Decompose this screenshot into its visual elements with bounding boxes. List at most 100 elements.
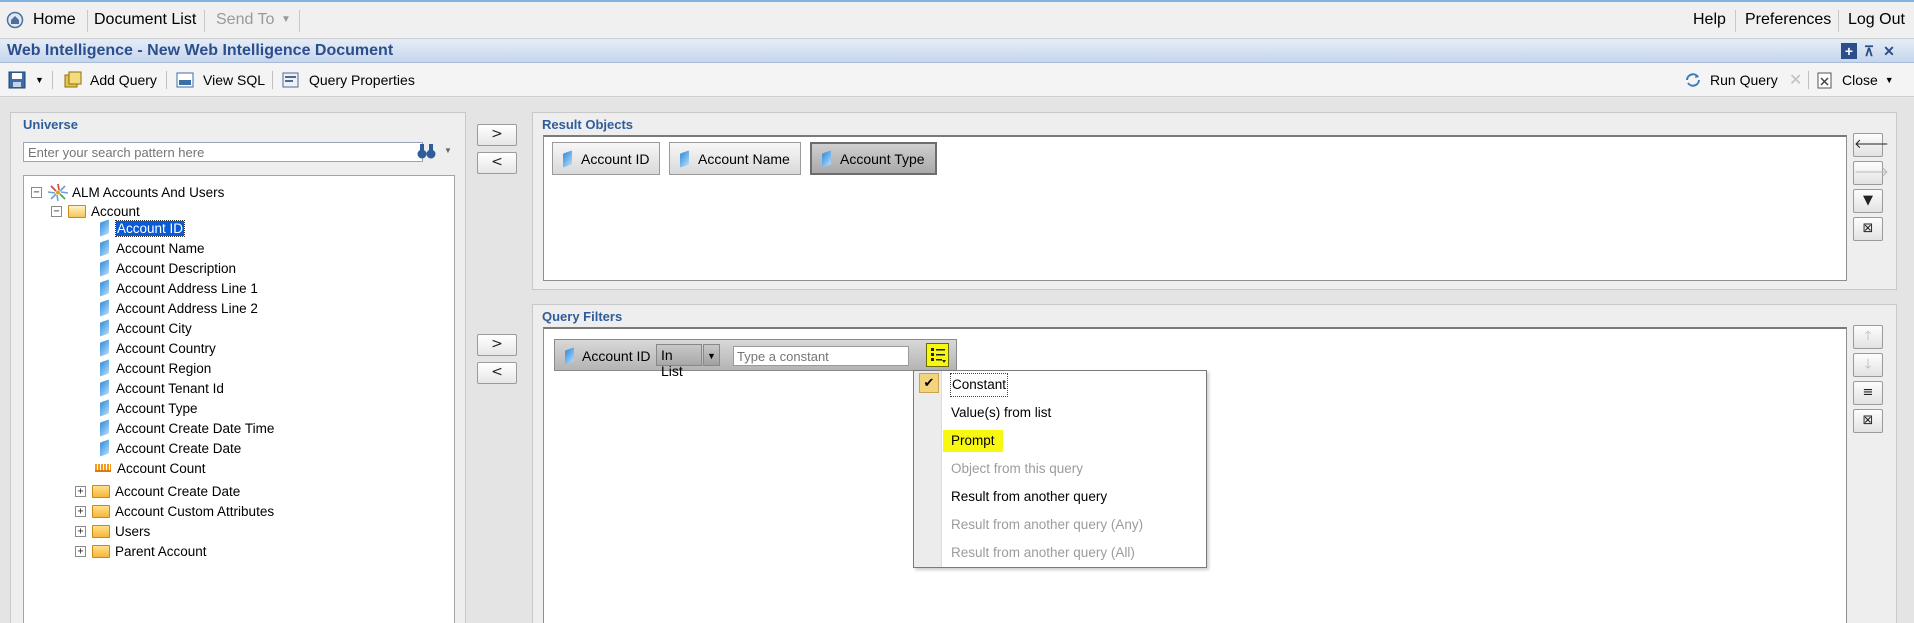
run-query-button[interactable]: Run Query [1683,69,1778,91]
remove-from-results-button[interactable]: < [477,152,517,174]
tree-object[interactable]: Account Tenant Id [100,379,224,397]
operand-type-menu: ✔ Constant Value(s) from list Prompt Obj… [913,370,1207,568]
result-object-chip[interactable]: Account Name [669,142,801,175]
operator-select[interactable]: In List [656,344,702,379]
tree-object[interactable]: Account Type [100,399,198,417]
tree-measure[interactable]: Account Count [95,459,206,477]
help-link[interactable]: Help [1693,11,1726,29]
chevron-down-icon[interactable]: ▼ [281,14,291,25]
tree-object[interactable]: Account Country [100,339,216,357]
nest-filter-button[interactable]: ≡ [1853,381,1883,405]
universe-title: Universe [23,117,78,132]
close-button[interactable]: Close ▼ [1815,69,1894,91]
tree-object[interactable]: Account Description [100,259,236,277]
arrow-left-button[interactable]: 🡐 [1853,133,1889,157]
logout-link[interactable]: Log Out [1848,11,1905,29]
sql-icon [176,72,194,88]
constant-value-input[interactable] [733,346,909,366]
chevron-down-icon[interactable]: ▼ [1885,75,1894,85]
filter-row[interactable]: Account ID In List ▼ [554,339,957,379]
menu-item-prompt[interactable]: Prompt [943,430,1003,452]
universe-search-input[interactable] [23,142,423,162]
close-label: Close [1842,72,1878,88]
tree-object[interactable]: Account Name [100,239,205,257]
expand-icon[interactable]: + [75,485,86,497]
chevron-down-icon[interactable]: ▼ [703,344,720,366]
result-object-chip-selected[interactable]: Account Type [810,142,937,175]
tree-subfolder[interactable]: + Account Create Date [75,482,240,500]
menu-item-constant[interactable]: Constant [949,373,1009,397]
toolbar-divider [166,71,167,89]
folder-icon [92,524,110,538]
menu-item-object-from-query[interactable]: Object from this query [951,458,1083,480]
close-icon[interactable]: ✕ [1881,43,1897,59]
tree-subfolder-label: Account Create Date [115,483,241,499]
tree-subfolder-label: Users [115,523,151,539]
toolbar-divider [52,71,53,89]
operand-type-button[interactable] [926,343,949,367]
tree-subfolder[interactable]: + Users [75,522,150,540]
close-document-icon [1817,72,1832,89]
collapse-icon[interactable]: − [51,205,62,217]
add-to-filters-button[interactable]: > [477,334,517,356]
tree-subfolder[interactable]: + Parent Account [75,542,207,560]
dimension-icon [100,379,109,397]
menu-item-result-from-another-query-any[interactable]: Result from another query (Any) [951,514,1143,536]
expand-icon[interactable]: + [75,545,86,557]
tree-object[interactable]: Account Region [100,359,211,377]
list-icon [931,348,946,363]
delete-icon[interactable]: ✕ [1789,70,1802,90]
tree-object[interactable]: Account Address Line 2 [100,299,258,317]
tree-object-label: Account Tenant Id [116,380,224,396]
remove-all-button[interactable]: ⊠ [1853,217,1883,241]
add-query-button[interactable]: Add Query [63,69,157,91]
add-to-results-button[interactable]: > [477,124,517,146]
save-button[interactable]: ▼ [8,69,44,91]
menu-item-result-from-another-query-all[interactable]: Result from another query (All) [951,542,1135,564]
arrow-right-button[interactable]: 🡒 [1853,161,1889,185]
expand-icon[interactable]: + [75,525,86,537]
collapse-icon[interactable]: − [31,186,42,198]
menu-item-values-from-list[interactable]: Value(s) from list [951,402,1051,424]
binoculars-icon[interactable] [416,142,438,160]
pin-icon[interactable]: ⊼ [1861,43,1877,59]
tree-object[interactable]: Account Create Date [100,439,241,457]
chevron-down-icon[interactable]: ▼ [444,146,452,155]
result-objects-title: Result Objects [542,117,634,132]
move-down-button[interactable]: 🡓 [1853,353,1883,377]
tree-object-account-id[interactable]: Account ID [100,219,186,237]
dimension-icon [100,299,109,317]
tree-object[interactable]: Account Create Date Time [100,419,274,437]
view-sql-button[interactable]: View SQL [176,69,265,91]
tree-object[interactable]: Account City [100,319,192,337]
preferences-link[interactable]: Preferences [1745,11,1831,29]
tree-folder-node[interactable]: − Account [51,202,140,220]
add-query-icon [64,71,82,88]
query-properties-button[interactable]: Query Properties [282,69,415,91]
window-title: Web Intelligence - New Web Intelligence … [7,42,394,59]
home-icon[interactable] [6,11,24,29]
query-filters-title: Query Filters [542,309,623,324]
chevron-down-icon[interactable]: ▼ [35,75,44,85]
nav-divider [204,10,205,32]
menu-item-result-from-another-query[interactable]: Result from another query [951,486,1107,508]
universe-icon [48,183,68,201]
tree-subfolder[interactable]: + Account Custom Attributes [75,502,274,520]
document-list-link[interactable]: Document List [94,11,196,29]
result-object-chip[interactable]: Account ID [552,142,661,175]
remove-all-filters-button[interactable]: ⊠ [1853,409,1883,433]
move-up-button[interactable]: 🡑 [1853,325,1883,349]
tree-object-label: Account ID [114,219,186,237]
home-link[interactable]: Home [33,11,76,29]
maximize-icon[interactable]: + [1841,43,1857,59]
tree-root-node[interactable]: − ALM Accounts And Users [31,183,224,201]
dimension-icon [563,149,572,168]
expand-icon[interactable]: + [75,505,86,517]
tree-object[interactable]: Account Address Line 1 [100,279,258,297]
remove-from-filters-button[interactable]: < [477,362,517,384]
result-objects-area[interactable]: Account ID Account Name Account Type [543,135,1847,281]
check-icon: ✔ [919,373,939,393]
send-to-link[interactable]: Send To [216,11,274,29]
nav-divider [1735,10,1736,32]
filter-button[interactable]: ▼ [1853,189,1883,213]
